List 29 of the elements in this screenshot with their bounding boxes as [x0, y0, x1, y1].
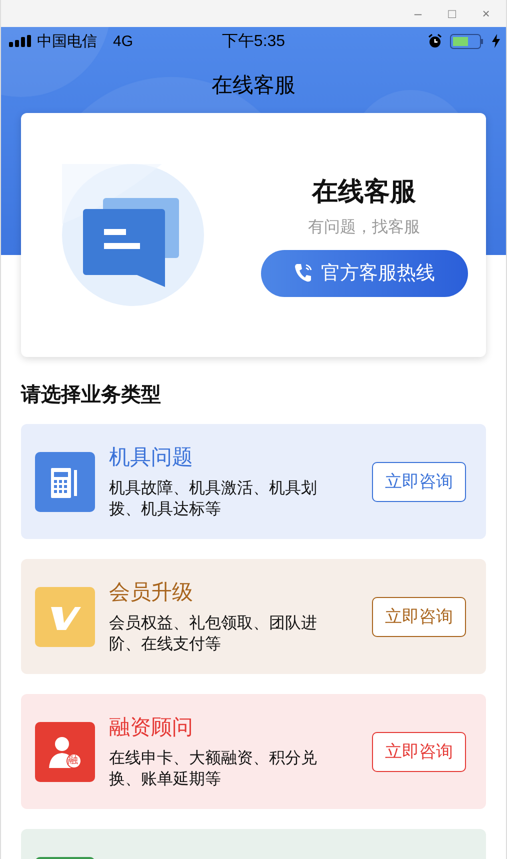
category-description: 在线申卡、大额融资、积分兑换、账单延期等 [109, 748, 318, 790]
signal-icon [9, 35, 33, 47]
charging-icon [492, 34, 500, 48]
hero-title: 在线客服 [312, 174, 416, 208]
v-letter-icon [35, 586, 95, 646]
battery-icon [450, 34, 484, 48]
hotline-button[interactable]: 官方客服热线 [260, 250, 468, 296]
window-control[interactable]: □ [444, 6, 460, 21]
carrier-name: 中国电信 [37, 32, 97, 50]
category-description: 机具故障、机具激活、机具划拨、机具达标等 [109, 478, 318, 520]
consult-button[interactable]: 立即咨询 [372, 732, 466, 772]
status-time: 下午5:35 [222, 32, 286, 52]
alarm-icon [428, 34, 442, 48]
section-title: 请选择业务类型 [21, 383, 162, 408]
network-type: 4G [113, 32, 134, 50]
category-title: 会员升级 [109, 580, 194, 606]
window-control[interactable]: × [478, 6, 494, 21]
window-control[interactable]: – [410, 6, 426, 21]
chat-bubbles-icon [62, 164, 204, 306]
person-icon [35, 722, 95, 782]
consult-button[interactable]: 立即咨询 [372, 596, 466, 636]
category-title: 融资顾问 [109, 715, 194, 741]
icon-label: 融 [68, 754, 78, 766]
category-description: 会员权益、礼包领取、团队进阶、在线支付等 [109, 614, 318, 655]
consult-button[interactable]: 立即咨询 [372, 462, 466, 502]
category-title: 机具问题 [109, 445, 194, 471]
pos-terminal-icon [35, 452, 95, 512]
page-title: 在线客服 [210, 73, 296, 99]
hero-subtitle: 有问题，找客服 [308, 218, 420, 238]
